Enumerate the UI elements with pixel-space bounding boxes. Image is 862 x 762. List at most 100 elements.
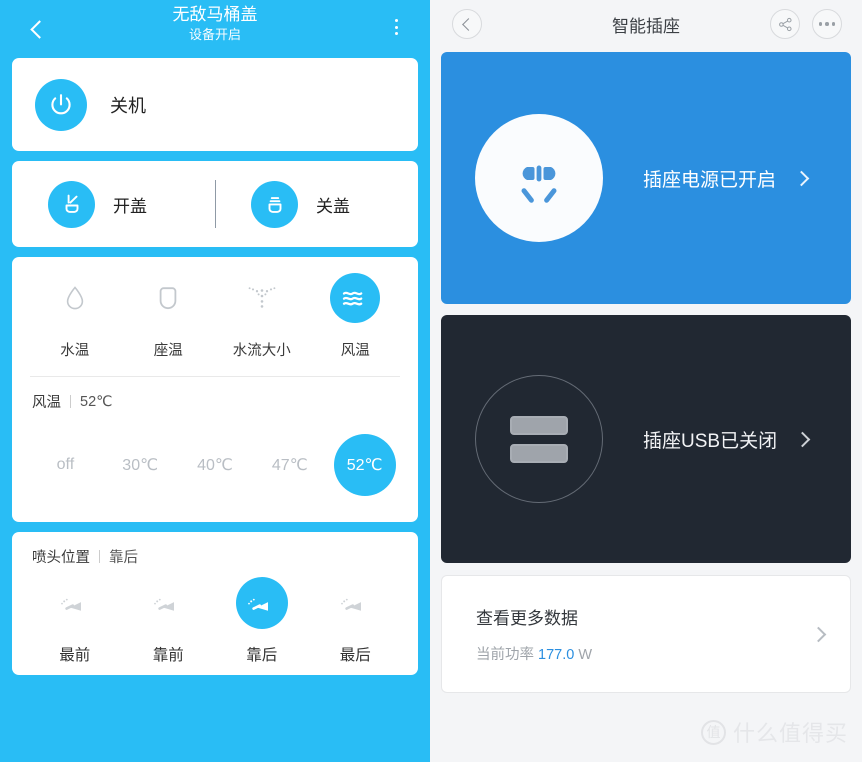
nozzle-option-front-most[interactable]: 最前 (28, 577, 122, 665)
mode-tab-water-flow[interactable]: 水流大小 (215, 273, 309, 360)
nozzle-icon (49, 577, 101, 629)
toilet-seat-panel: 无敌马桶盖 设备开启 关机 开盖 关盖 水温 座温 水流大小 风温 风温 52℃… (0, 0, 430, 762)
socket-status-text: 插座电源已开启 (643, 169, 777, 191)
share-button[interactable] (770, 9, 800, 39)
chevron-right-icon[interactable] (794, 431, 811, 447)
current-power-label: 当前功率 (476, 647, 534, 663)
chevron-shape (810, 626, 827, 642)
socket-power-card[interactable]: 插座电源已开启 (441, 52, 851, 304)
temperature-option-label: off (56, 456, 75, 473)
usb-status-text: 插座USB已关闭 (643, 430, 778, 452)
temperature-title-text: 风温 (32, 395, 61, 411)
more-data-title: 查看更多数据 (476, 609, 578, 628)
seat-icon (143, 273, 193, 323)
chevron-shape (794, 431, 811, 447)
wind-waves-icon (330, 273, 381, 323)
mode-tab-wind-temp[interactable]: 风温 (309, 273, 403, 360)
power-outlet-icon (475, 114, 603, 242)
temperature-option-30[interactable]: 30℃ (103, 434, 178, 496)
temperature-option-47[interactable]: 47℃ (252, 434, 327, 496)
right-header: 智能插座 (430, 0, 862, 48)
device-status-text: 设备开启 (188, 27, 241, 42)
left-title-block: 无敌马桶盖 设备开启 (0, 4, 430, 44)
dot (825, 22, 829, 26)
temperature-option-off[interactable]: off (28, 434, 103, 496)
divider (70, 395, 71, 408)
back-button[interactable] (452, 9, 482, 39)
temperature-section-title: 风温 52℃ (12, 377, 418, 412)
right-body: 插座电源已开启 插座USB已关闭 查看更多数据 当前功率 177.0 W (430, 48, 862, 693)
temperature-option-label: 30℃ (122, 457, 159, 474)
temperature-option-label: 47℃ (271, 457, 308, 474)
spray-icon (237, 273, 287, 323)
temperature-current-value: 52℃ (80, 393, 113, 410)
nozzle-current-value: 靠后 (109, 550, 138, 566)
dot (394, 32, 398, 35)
usb-port (510, 443, 568, 463)
back-button[interactable] (16, 6, 62, 52)
current-power-value: 177.0 (538, 647, 575, 663)
header-actions (770, 9, 842, 39)
divider (215, 180, 216, 228)
nozzle-icon (329, 577, 381, 629)
temperature-option-label: 52℃ (333, 434, 396, 496)
nozzle-option-back[interactable]: 靠后 (215, 577, 309, 665)
chevron-right-icon[interactable] (793, 170, 810, 186)
settings-card: 水温 座温 水流大小 风温 风温 52℃ off 30℃ 40℃ 47℃ 52℃ (12, 257, 418, 522)
page-title: 智能插座 (612, 16, 680, 36)
more-vertical-icon[interactable] (384, 12, 408, 42)
current-power-unit: W (578, 647, 593, 663)
nozzle-option-back-most[interactable]: 最后 (309, 577, 403, 665)
close-lid-label: 关盖 (316, 196, 350, 216)
nozzle-position-card: 喷头位置 靠后 最前 靠前 靠后 最后 (12, 532, 418, 675)
water-drop-icon (50, 273, 100, 323)
usb-port (510, 415, 568, 435)
smart-socket-panel: 智能插座 插座电源已开启 插座USB已关闭 查看更多数据 当前功率 177.0 … (430, 0, 862, 762)
dot (394, 25, 398, 29)
mode-tab-label: 风温 (340, 343, 370, 359)
temperature-option-52[interactable]: 52℃ (327, 434, 402, 496)
nozzle-option-label: 靠前 (152, 647, 184, 664)
chevron-left-icon (461, 17, 475, 31)
dot (818, 22, 823, 26)
mode-tab-label: 水流大小 (232, 343, 291, 359)
watermark: 值 什么值得买 (700, 716, 848, 748)
more-button[interactable] (812, 9, 842, 39)
open-lid-button[interactable]: 开盖 (12, 180, 215, 228)
divider (99, 550, 100, 563)
chevron-left-icon (29, 19, 49, 39)
left-header: 无敌马桶盖 设备开启 (0, 0, 430, 58)
chevron-right-icon[interactable] (810, 626, 827, 642)
back-button-circle[interactable] (452, 9, 482, 39)
close-lid-button[interactable]: 关盖 (215, 180, 418, 228)
power-label: 关机 (110, 95, 146, 116)
current-power-row: 当前功率 177.0 W (476, 643, 592, 664)
lid-close-icon (251, 180, 298, 228)
power-icon[interactable] (35, 78, 87, 131)
more-data-text-block: 查看更多数据 当前功率 177.0 W (476, 604, 592, 664)
usb-ports-icon (475, 375, 603, 503)
more-horizontal-icon (818, 22, 836, 26)
temperature-option-label: 40℃ (197, 457, 233, 474)
nozzle-icon (142, 577, 194, 629)
socket-usb-card[interactable]: 插座USB已关闭 (441, 315, 851, 563)
temperature-options: off 30℃ 40℃ 47℃ 52℃ (12, 412, 418, 522)
nozzle-title-text: 喷头位置 (32, 550, 90, 566)
nozzle-option-label: 最前 (59, 647, 91, 664)
share-icon (778, 17, 792, 31)
lid-open-icon (48, 180, 95, 228)
nozzle-option-front[interactable]: 靠前 (122, 577, 216, 665)
watermark-text: 什么值得买 (732, 721, 848, 746)
power-card[interactable]: 关机 (12, 58, 418, 151)
lid-control-card: 开盖 关盖 (12, 161, 418, 247)
mode-tab-label: 水温 (60, 343, 90, 359)
dot (394, 19, 398, 22)
temperature-option-40[interactable]: 40℃ (178, 434, 253, 496)
dot (831, 22, 836, 26)
nozzle-section-title: 喷头位置 靠后 (12, 532, 418, 567)
mode-tab-water-temp[interactable]: 水温 (28, 273, 122, 360)
nozzle-option-label: 最后 (339, 647, 371, 664)
mode-tab-seat-temp[interactable]: 座温 (122, 273, 216, 360)
more-data-card[interactable]: 查看更多数据 当前功率 177.0 W (441, 575, 851, 693)
nozzle-icon (235, 577, 288, 629)
